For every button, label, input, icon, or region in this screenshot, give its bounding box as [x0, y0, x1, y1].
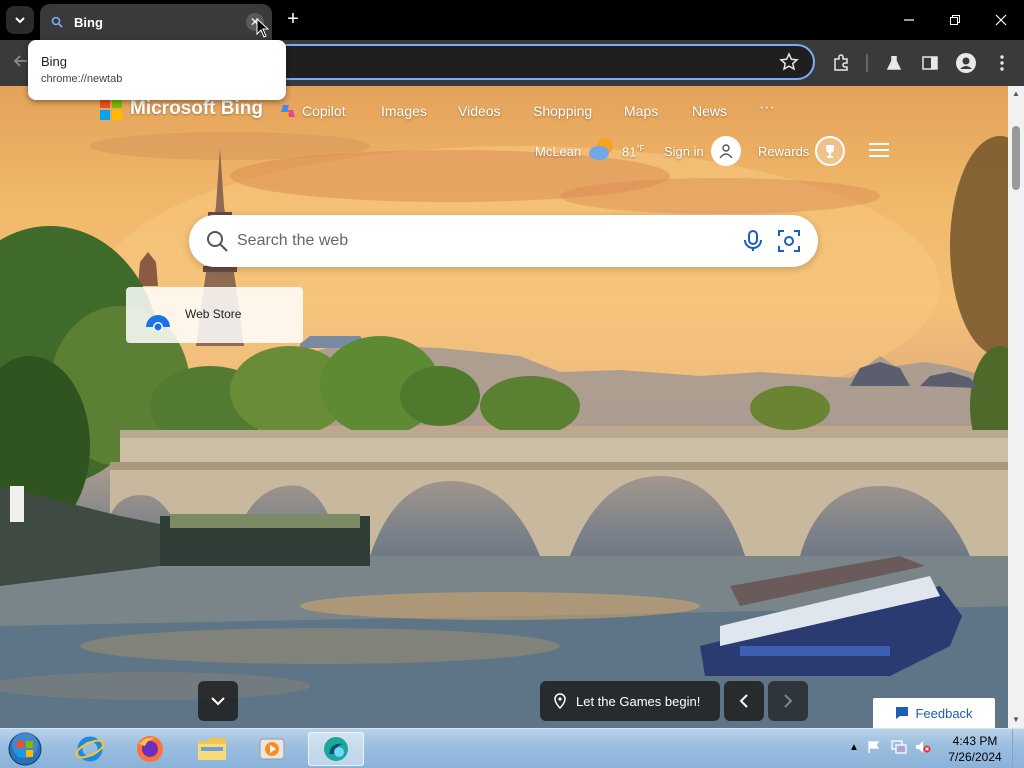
clock-time: 4:43 PM	[952, 734, 998, 748]
profile-avatar-icon[interactable]	[955, 52, 977, 74]
taskbar-media-player[interactable]	[244, 732, 300, 766]
weather-location[interactable]: McLean	[535, 144, 581, 159]
toolbar-divider	[866, 54, 868, 72]
weather-temp-unit: °F	[636, 144, 645, 153]
feedback-label: Feedback	[915, 705, 973, 721]
taskbar-browser-active[interactable]	[308, 732, 364, 766]
shortcut-label: Web Store	[185, 307, 242, 321]
image-caption-button[interactable]: Let the Games begin!	[540, 681, 720, 721]
media-player-icon	[259, 738, 285, 760]
caption-text: Let the Games begin!	[576, 693, 701, 709]
minimize-button[interactable]	[886, 0, 932, 40]
side-panel-icon[interactable]	[919, 52, 941, 74]
chevron-right-icon	[784, 694, 793, 708]
weather-partly-cloudy-icon	[589, 138, 613, 160]
nav-images[interactable]: Images	[381, 103, 427, 119]
location-pin-icon	[554, 693, 566, 709]
clock-date: 7/26/2024	[948, 750, 1002, 764]
action-center-flag-icon[interactable]	[866, 739, 882, 755]
tab-bing[interactable]: Bing ✕	[40, 4, 272, 40]
nav-news[interactable]: News	[692, 103, 727, 119]
nav-maps[interactable]: Maps	[624, 103, 658, 119]
network-icon[interactable]	[891, 739, 907, 755]
firefox-icon	[137, 736, 163, 762]
windows-start-orb-icon	[8, 732, 42, 766]
chevron-left-icon	[739, 694, 748, 708]
windows-taskbar: ▲ 4:43 PM 7/26/2024	[0, 728, 1024, 768]
search-input[interactable]	[237, 215, 717, 267]
nav-shopping[interactable]: Shopping	[533, 103, 592, 119]
rewards-button[interactable]	[815, 136, 845, 166]
scrollbar-thumb[interactable]	[1012, 126, 1020, 190]
weather-temp-value: 81	[622, 144, 637, 160]
web-store-icon	[146, 315, 170, 332]
search-box	[189, 215, 818, 267]
show-desktop-button[interactable]	[1012, 729, 1024, 768]
microsoft-logo-icon	[100, 98, 122, 120]
scroll-down-arrow-icon[interactable]: ▼	[1008, 712, 1024, 728]
taskbar-firefox[interactable]	[122, 732, 178, 766]
scroll-down-button[interactable]	[198, 681, 238, 721]
sign-in-link[interactable]: Sign in	[664, 144, 704, 159]
copilot-icon	[281, 105, 295, 117]
internet-explorer-icon	[75, 736, 105, 762]
title-bar: Bing ✕ +	[0, 0, 1024, 40]
shortcut-web-store[interactable]: Web Store	[126, 287, 303, 343]
weather-temp[interactable]: 81°F	[622, 144, 645, 159]
taskbar-internet-explorer[interactable]	[62, 732, 118, 766]
tab-search-button[interactable]	[6, 6, 34, 34]
page-viewport: Microsoft Bing Copilot Images Videos Sho…	[0, 86, 1024, 728]
account-button[interactable]	[711, 136, 741, 166]
feedback-icon	[896, 707, 909, 719]
chevron-down-icon	[211, 697, 225, 706]
next-image-button[interactable]	[768, 681, 808, 721]
search-icon	[50, 15, 64, 29]
user-icon	[719, 144, 733, 159]
browser-app-icon	[324, 737, 348, 761]
menu-kebab-icon[interactable]	[991, 52, 1013, 74]
close-icon	[995, 14, 1007, 26]
rewards-link[interactable]: Rewards	[758, 144, 809, 159]
background-photo	[0, 132, 1024, 728]
previous-image-button[interactable]	[724, 681, 764, 721]
bing-logo-text: Microsoft Bing	[130, 98, 263, 119]
restore-icon	[950, 15, 960, 25]
nav-more[interactable]: ···	[759, 99, 775, 117]
restore-button[interactable]	[932, 0, 978, 40]
mouse-cursor-icon	[256, 18, 270, 38]
trophy-icon	[826, 145, 834, 158]
nav-copilot[interactable]: Copilot	[280, 103, 346, 119]
bing-logo[interactable]: Microsoft Bing	[100, 98, 263, 120]
close-window-button[interactable]	[978, 0, 1024, 40]
volume-muted-icon[interactable]	[915, 739, 931, 755]
nav-copilot-label: Copilot	[302, 103, 346, 119]
hamburger-menu-icon[interactable]	[868, 141, 890, 164]
feedback-button[interactable]: Feedback	[873, 698, 995, 728]
tab-hover-card: Bing chrome://newtab	[28, 40, 286, 100]
system-clock[interactable]: 4:43 PM 7/26/2024	[936, 733, 1014, 765]
hover-card-url: chrome://newtab	[41, 73, 123, 85]
folder-icon	[198, 738, 226, 760]
extensions-icon[interactable]	[830, 52, 852, 74]
nav-videos[interactable]: Videos	[458, 103, 501, 119]
tab-title: Bing	[74, 14, 103, 30]
minimize-icon	[904, 19, 914, 21]
labs-flask-icon[interactable]	[883, 52, 905, 74]
search-icon	[207, 231, 228, 252]
microphone-icon[interactable]	[741, 229, 765, 253]
page-scrollbar[interactable]: ▲ ▼	[1008, 86, 1024, 728]
hover-card-title: Bing	[41, 54, 68, 69]
bookmark-star-icon[interactable]	[779, 52, 799, 72]
visual-search-camera-icon[interactable]	[777, 229, 801, 253]
start-button[interactable]	[6, 731, 46, 767]
scroll-up-arrow-icon[interactable]: ▲	[1008, 86, 1024, 102]
chevron-down-icon	[15, 17, 25, 24]
taskbar-file-explorer[interactable]	[184, 732, 240, 766]
show-hidden-icons-button[interactable]: ▲	[846, 739, 862, 755]
new-tab-button[interactable]: +	[282, 8, 304, 30]
arrow-left-icon	[13, 55, 27, 67]
